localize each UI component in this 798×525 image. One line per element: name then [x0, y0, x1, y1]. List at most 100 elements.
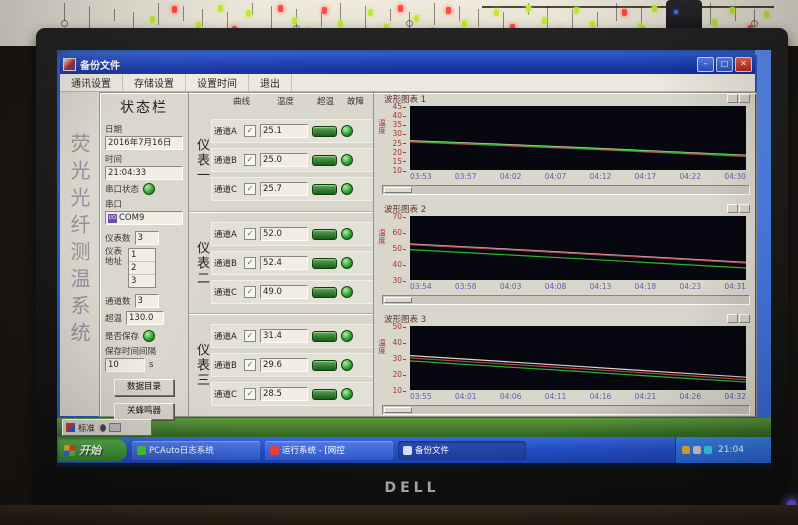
meter-addr-label: 仪表地址	[105, 248, 125, 288]
x-tick-labels: 03:5303:5704:0204:0704:1204:1704:2204:30	[410, 172, 746, 181]
meter-addr-2[interactable]: 2	[129, 262, 155, 275]
waveform-chart-1: 波形图表 1温度454035302520151003:5303:5704:020…	[376, 93, 754, 197]
curve-checkbox[interactable]: ✓	[244, 257, 256, 269]
curve-checkbox[interactable]: ✓	[244, 359, 256, 371]
menu-item-3[interactable]: 退出	[249, 74, 292, 91]
channel-count-input[interactable]: 3	[135, 294, 159, 308]
channel-label: 通道C	[214, 286, 240, 298]
y-tick-mark	[403, 327, 406, 328]
x-tick-label: 04:17	[635, 172, 657, 181]
curve-checkbox[interactable]: ✓	[244, 228, 256, 240]
temperature-value: 52.4	[260, 256, 308, 270]
ime-toolbar[interactable]: 标准	[62, 419, 152, 436]
panel-led-green	[150, 16, 155, 23]
y-tick-label: 70	[382, 212, 406, 221]
window-titlebar[interactable]: 备份文件 – □ ✕	[60, 55, 755, 74]
chart-scale-button[interactable]	[727, 204, 738, 213]
screen-edge	[57, 463, 771, 467]
chart-scale-button[interactable]	[739, 314, 750, 323]
y-tick-label: 25	[382, 139, 406, 148]
chart-scale-button[interactable]	[727, 94, 738, 103]
windows-flag-icon	[64, 445, 75, 456]
panel-led-red	[172, 6, 177, 13]
curve-checkbox[interactable]: ✓	[244, 330, 256, 342]
menu-item-2[interactable]: 设置时间	[186, 74, 249, 91]
menu-item-0[interactable]: 通讯设置	[60, 74, 123, 91]
x-tick-label: 04:03	[500, 282, 522, 291]
tray-icon[interactable]	[693, 446, 701, 454]
x-tick-label: 03:54	[410, 282, 432, 291]
schematic-line	[252, 3, 253, 15]
menu-item-1[interactable]: 存储设置	[123, 74, 186, 91]
start-button[interactable]: 开始	[57, 438, 127, 462]
meter-count-input[interactable]: 3	[135, 231, 159, 245]
channel-row: 通道B✓25.0	[211, 148, 373, 172]
taskbar-item-2[interactable]: 备份文件	[398, 441, 526, 460]
tray-icon[interactable]	[704, 446, 712, 454]
curve-checkbox[interactable]: ✓	[244, 388, 256, 400]
close-button[interactable]: ✕	[735, 57, 752, 72]
x-tick-label: 04:02	[500, 172, 522, 181]
fault-column-header: 故障	[347, 95, 364, 107]
meter-addr-1[interactable]: 1	[129, 249, 155, 262]
y-tick-mark	[403, 134, 406, 135]
schematic-node	[406, 20, 413, 27]
full-half-width-icon[interactable]	[98, 424, 106, 432]
instrument-name: 仪表二	[191, 241, 211, 286]
time-value: 21:04:33	[105, 166, 183, 180]
temperature-value: 31.4	[260, 329, 308, 343]
save-interval-unit: s	[149, 360, 153, 370]
overtemp-input[interactable]: 130.0	[126, 311, 164, 325]
y-tick-label: 30	[382, 129, 406, 138]
scrollbar-thumb[interactable]	[384, 407, 412, 413]
schematic-line	[64, 3, 65, 21]
x-tick-label: 04:18	[635, 282, 657, 291]
save-interval-input[interactable]: 10	[105, 358, 145, 372]
curve-checkbox[interactable]: ✓	[244, 154, 256, 166]
soft-keyboard-icon[interactable]	[109, 423, 121, 432]
x-tick-labels: 03:5504:0104:0604:1104:1604:2104:2604:32	[410, 392, 746, 401]
chart-scale-button[interactable]	[727, 314, 738, 323]
menu-bar: 通讯设置存储设置设置时间退出	[60, 74, 755, 92]
channel-label: 通道A	[214, 125, 240, 137]
serial-status-label: 串口状态	[105, 183, 139, 195]
curve-checkbox[interactable]: ✓	[244, 183, 256, 195]
minimize-button[interactable]: –	[697, 57, 714, 72]
taskbar-item-0[interactable]: PCAuto日志系统	[132, 441, 260, 460]
serial-port-selector[interactable]: I/O COM9	[105, 211, 183, 225]
tray-icon[interactable]	[682, 446, 690, 454]
series-channel-A	[410, 356, 746, 378]
y-tick-label: 10	[382, 166, 406, 175]
fault-led	[341, 125, 353, 137]
chart-scale-button[interactable]	[739, 94, 750, 103]
buzzer-off-button[interactable]: 关蜂鸣器	[114, 403, 174, 420]
chart-scrollbar[interactable]	[382, 405, 750, 415]
instruments-panel: 曲线 温度 超温 故障 仪表一通道A✓25.1通道B✓25.0通道C✓25.7仪…	[189, 93, 374, 416]
schematic-line	[390, 9, 391, 21]
save-toggle-led[interactable]	[143, 330, 155, 342]
chart-scrollbar[interactable]	[382, 185, 750, 195]
meter-addr-list[interactable]: 1 2 3	[128, 248, 156, 288]
panel-led-green	[574, 7, 579, 14]
chart-scrollbar[interactable]	[382, 295, 750, 305]
scrollbar-thumb[interactable]	[384, 187, 412, 193]
fault-led	[341, 154, 353, 166]
curve-checkbox[interactable]: ✓	[244, 286, 256, 298]
meter-addr-3[interactable]: 3	[129, 275, 155, 287]
series-channel-B	[410, 245, 746, 263]
maximize-button[interactable]: □	[716, 57, 733, 72]
chart-scale-button[interactable]	[739, 204, 750, 213]
x-tick-label: 03:58	[455, 282, 477, 291]
x-tick-label: 03:53	[410, 172, 432, 181]
serial-label: 串口	[105, 198, 183, 210]
curve-checkbox[interactable]: ✓	[244, 125, 256, 137]
overtemp-led	[312, 184, 337, 195]
dell-monitor: 备份文件 – □ ✕ 通讯设置存储设置设置时间退出 荧光光纤测温系统 状态栏 日…	[36, 28, 788, 512]
overtemp-led	[312, 331, 337, 342]
panel-led-green	[414, 15, 419, 22]
fault-led	[341, 388, 353, 400]
channel-label: 通道B	[214, 359, 240, 371]
data-directory-button[interactable]: 数据目录	[114, 379, 174, 396]
scrollbar-thumb[interactable]	[384, 297, 412, 303]
taskbar-item-1[interactable]: 运行系统 - [网控	[265, 441, 393, 460]
